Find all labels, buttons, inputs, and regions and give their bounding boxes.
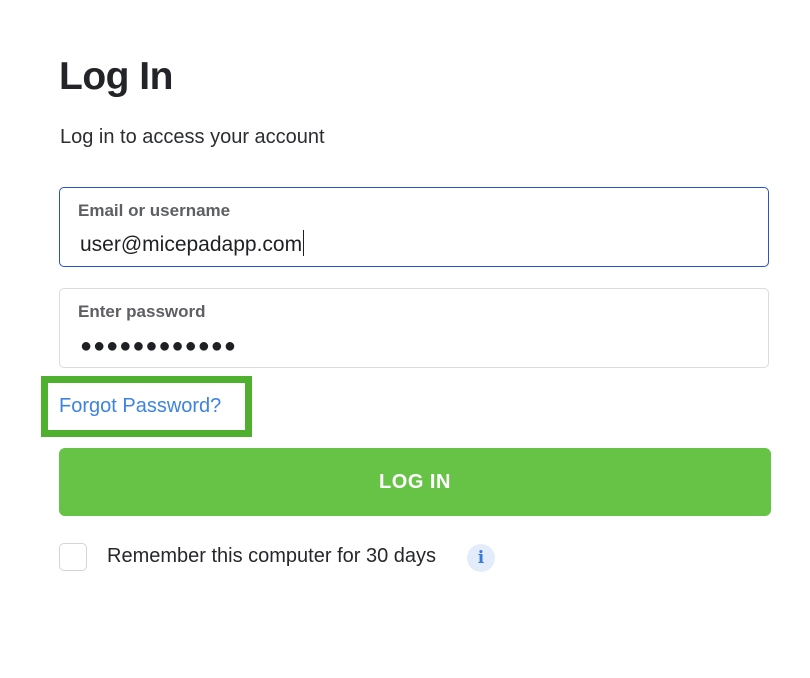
email-value-text: user@micepadapp.com: [80, 233, 303, 256]
email-field-value[interactable]: user@micepadapp.com: [80, 230, 305, 257]
info-icon[interactable]: i: [467, 544, 495, 572]
remember-label[interactable]: Remember this computer for 30 days: [107, 545, 436, 568]
email-field-label: Email or username: [78, 201, 231, 220]
page-subtitle: Log in to access your account: [60, 126, 325, 148]
login-button[interactable]: LOG IN: [59, 448, 771, 516]
email-field[interactable]: Email or username user@micepadapp.com: [59, 187, 769, 267]
login-page: Log In Log in to access your account Ema…: [0, 0, 810, 678]
forgot-password-link[interactable]: Forgot Password?: [59, 395, 221, 418]
page-title: Log In: [59, 55, 173, 98]
password-field-label: Enter password: [78, 302, 206, 321]
text-caret: [303, 230, 305, 256]
remember-checkbox[interactable]: [59, 543, 87, 571]
password-field-value[interactable]: ●●●●●●●●●●●●: [80, 335, 237, 358]
password-field[interactable]: Enter password ●●●●●●●●●●●●: [59, 288, 769, 368]
